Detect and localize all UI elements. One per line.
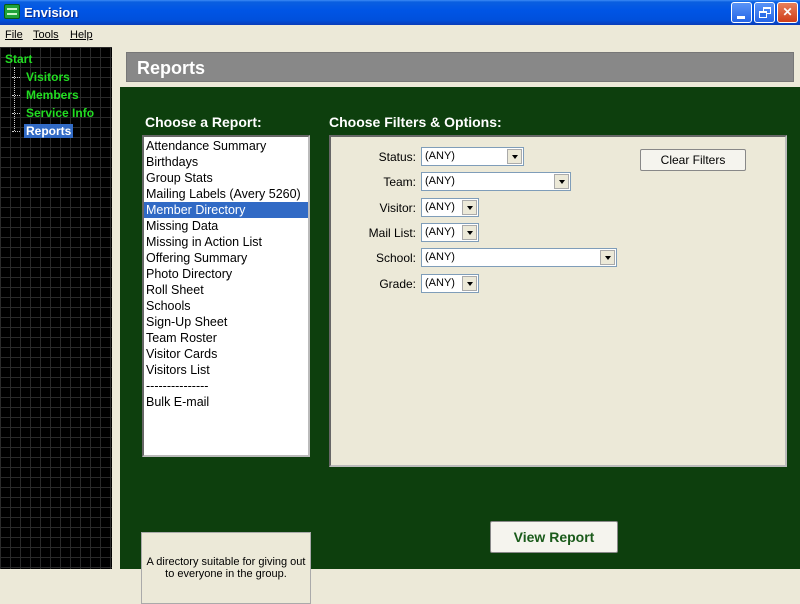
school-select[interactable]: (ANY) [421, 248, 617, 267]
menu-help[interactable]: Help [70, 29, 93, 41]
title-bar[interactable]: Envision ✕ [0, 0, 800, 25]
sidebar-item-service-info[interactable]: Service Info [12, 106, 96, 122]
grade-select[interactable]: (ANY) [421, 274, 479, 293]
chevron-down-icon [507, 149, 522, 164]
choose-report-heading: Choose a Report: [145, 114, 262, 130]
list-item[interactable]: Birthdays [144, 154, 308, 170]
list-item[interactable]: Roll Sheet [144, 282, 308, 298]
list-item[interactable]: Group Stats [144, 170, 308, 186]
chevron-down-icon [462, 225, 477, 240]
filters-panel: Status: (ANY) Team: (ANY) Visitor: (ANY)… [329, 135, 787, 467]
chevron-down-icon [462, 276, 477, 291]
sidebar-item-members[interactable]: Members [12, 88, 81, 104]
minimize-button[interactable] [731, 2, 752, 23]
chevron-down-icon [600, 250, 615, 265]
close-button[interactable]: ✕ [777, 2, 798, 23]
filters-heading: Choose Filters & Options: [329, 114, 502, 130]
mail-list-label: Mail List: [368, 226, 416, 240]
list-item[interactable]: Mailing Labels (Avery 5260) [144, 186, 308, 202]
list-item[interactable]: Bulk E-mail [144, 394, 308, 410]
app-window: Envision ✕ File Tools Help Start Visitor… [0, 0, 800, 604]
visitor-select[interactable]: (ANY) [421, 198, 479, 217]
splitter[interactable] [112, 47, 120, 569]
list-item[interactable]: Team Roster [144, 330, 308, 346]
team-label: Team: [383, 175, 416, 189]
list-item[interactable]: Attendance Summary [144, 138, 308, 154]
maximize-button[interactable] [754, 2, 775, 23]
list-item[interactable]: Visitor Cards [144, 346, 308, 362]
team-select[interactable]: (ANY) [421, 172, 571, 191]
list-item[interactable]: Photo Directory [144, 266, 308, 282]
list-item[interactable]: Schools [144, 298, 308, 314]
menu-bar: File Tools Help [0, 25, 800, 45]
visitor-label: Visitor: [379, 201, 416, 215]
menu-file[interactable]: File [5, 29, 23, 41]
list-item[interactable]: --------------- [144, 378, 308, 394]
reports-panel: Choose a Report: Choose Filters & Option… [120, 87, 800, 604]
status-label: Status: [378, 150, 416, 164]
page-title: Reports [137, 58, 206, 78]
nav-root-start[interactable]: Start [5, 52, 32, 66]
window-title: Envision [24, 5, 79, 20]
sidebar-item-visitors[interactable]: Visitors [12, 70, 72, 86]
main-content: Reports Choose a Report: Choose Filters … [120, 47, 800, 604]
view-report-button[interactable]: View Report [490, 521, 618, 553]
report-list[interactable]: Attendance Summary Birthdays Group Stats Ma… [142, 135, 310, 457]
list-item[interactable]: Sign-Up Sheet [144, 314, 308, 330]
report-description-text: A directory suitable for giving out to e… [146, 556, 306, 580]
list-item[interactable]: Missing in Action List [144, 234, 308, 250]
list-item[interactable]: Visitors List [144, 362, 308, 378]
status-select[interactable]: (ANY) [421, 147, 524, 166]
list-item[interactable]: Offering Summary [144, 250, 308, 266]
list-item[interactable]: Missing Data [144, 218, 308, 234]
grade-label: Grade: [379, 277, 416, 291]
app-icon [4, 4, 20, 19]
clear-filters-button[interactable]: Clear Filters [640, 149, 746, 171]
menu-tools[interactable]: Tools [33, 29, 59, 41]
minimize-icon [737, 16, 745, 19]
school-label: School: [375, 251, 416, 265]
report-description: A directory suitable for giving out to e… [141, 532, 311, 604]
chevron-down-icon [462, 200, 477, 215]
chevron-down-icon [554, 174, 569, 189]
page-header: Reports [126, 52, 794, 82]
sidebar-nav: Start Visitors Members Service Info Repo… [0, 47, 112, 569]
mail-list-select[interactable]: (ANY) [421, 223, 479, 242]
sidebar-item-reports[interactable]: Reports [12, 124, 74, 140]
list-item[interactable]: Member Directory [144, 202, 308, 218]
